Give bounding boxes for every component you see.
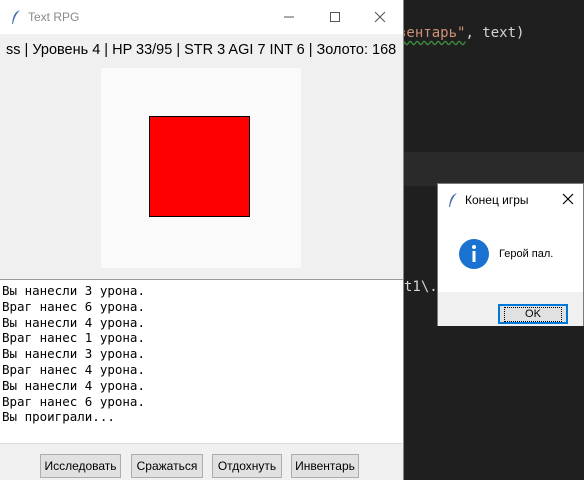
dialog-close-button[interactable] bbox=[562, 192, 574, 210]
log-line: Враг нанес 6 урона. bbox=[2, 298, 145, 314]
close-icon bbox=[562, 193, 574, 205]
editor-line-highlight bbox=[403, 152, 584, 186]
feather-icon bbox=[447, 192, 459, 213]
log-line: Вы нанесли 3 урона. bbox=[2, 346, 145, 362]
battle-log[interactable]: Вы нанесли 3 урона. Враг нанес 6 урона. Вы… bbox=[0, 279, 403, 444]
editor-code-token: , text) bbox=[465, 25, 525, 41]
minimize-button[interactable] bbox=[266, 0, 312, 34]
game-over-dialog: Конец игры Герой пал. OK bbox=[437, 183, 584, 326]
maximize-button[interactable] bbox=[312, 0, 358, 34]
log-line: Враг нанес 6 урона. bbox=[2, 393, 145, 409]
dialog-footer: OK bbox=[438, 292, 583, 326]
editor-string-token: вентарь" bbox=[398, 25, 466, 41]
log-line: Вы проиграли... bbox=[2, 409, 115, 425]
player-status-label: ss | Уровень 4 | HP 33/95 | STR 3 AGI 7 … bbox=[6, 42, 397, 58]
text-rpg-window: Text RPG ss | Уровень 4 | HP 33/95 | STR… bbox=[0, 0, 404, 480]
fight-button[interactable]: Сражаться bbox=[131, 454, 203, 478]
ok-button-label: OK bbox=[504, 306, 562, 322]
info-icon bbox=[458, 238, 490, 275]
feather-icon bbox=[10, 9, 22, 30]
close-button[interactable] bbox=[357, 0, 403, 34]
editor-code-line: вентарь", text) bbox=[398, 25, 524, 41]
ok-button[interactable]: OK bbox=[498, 304, 568, 324]
close-icon bbox=[374, 11, 386, 23]
log-line: Вы нанесли 3 урона. bbox=[2, 283, 145, 298]
window-titlebar[interactable]: Text RPG bbox=[0, 0, 403, 34]
dialog-message: Герой пал. bbox=[499, 248, 554, 260]
rest-button[interactable]: Отдохнуть bbox=[212, 454, 282, 478]
log-line: Враг нанес 4 урона. bbox=[2, 361, 145, 377]
dialog-title: Конец игры bbox=[465, 193, 529, 207]
explore-button[interactable]: Исследовать bbox=[40, 454, 121, 478]
editor-code-line: t1\. bbox=[404, 279, 438, 295]
action-buttons: Исследовать Сражаться Отдохнуть Инвентар… bbox=[0, 454, 403, 480]
log-line: Вы нанесли 4 урона. bbox=[2, 377, 145, 393]
minimize-icon bbox=[284, 16, 294, 18]
inventory-button[interactable]: Инвентарь bbox=[291, 454, 359, 478]
maximize-icon bbox=[330, 12, 340, 22]
log-line: Вы нанесли 4 урона. bbox=[2, 314, 145, 330]
enemy-sprite bbox=[149, 116, 250, 217]
log-line: Враг нанес 1 урона. bbox=[2, 330, 145, 346]
window-title: Text RPG bbox=[28, 10, 80, 24]
